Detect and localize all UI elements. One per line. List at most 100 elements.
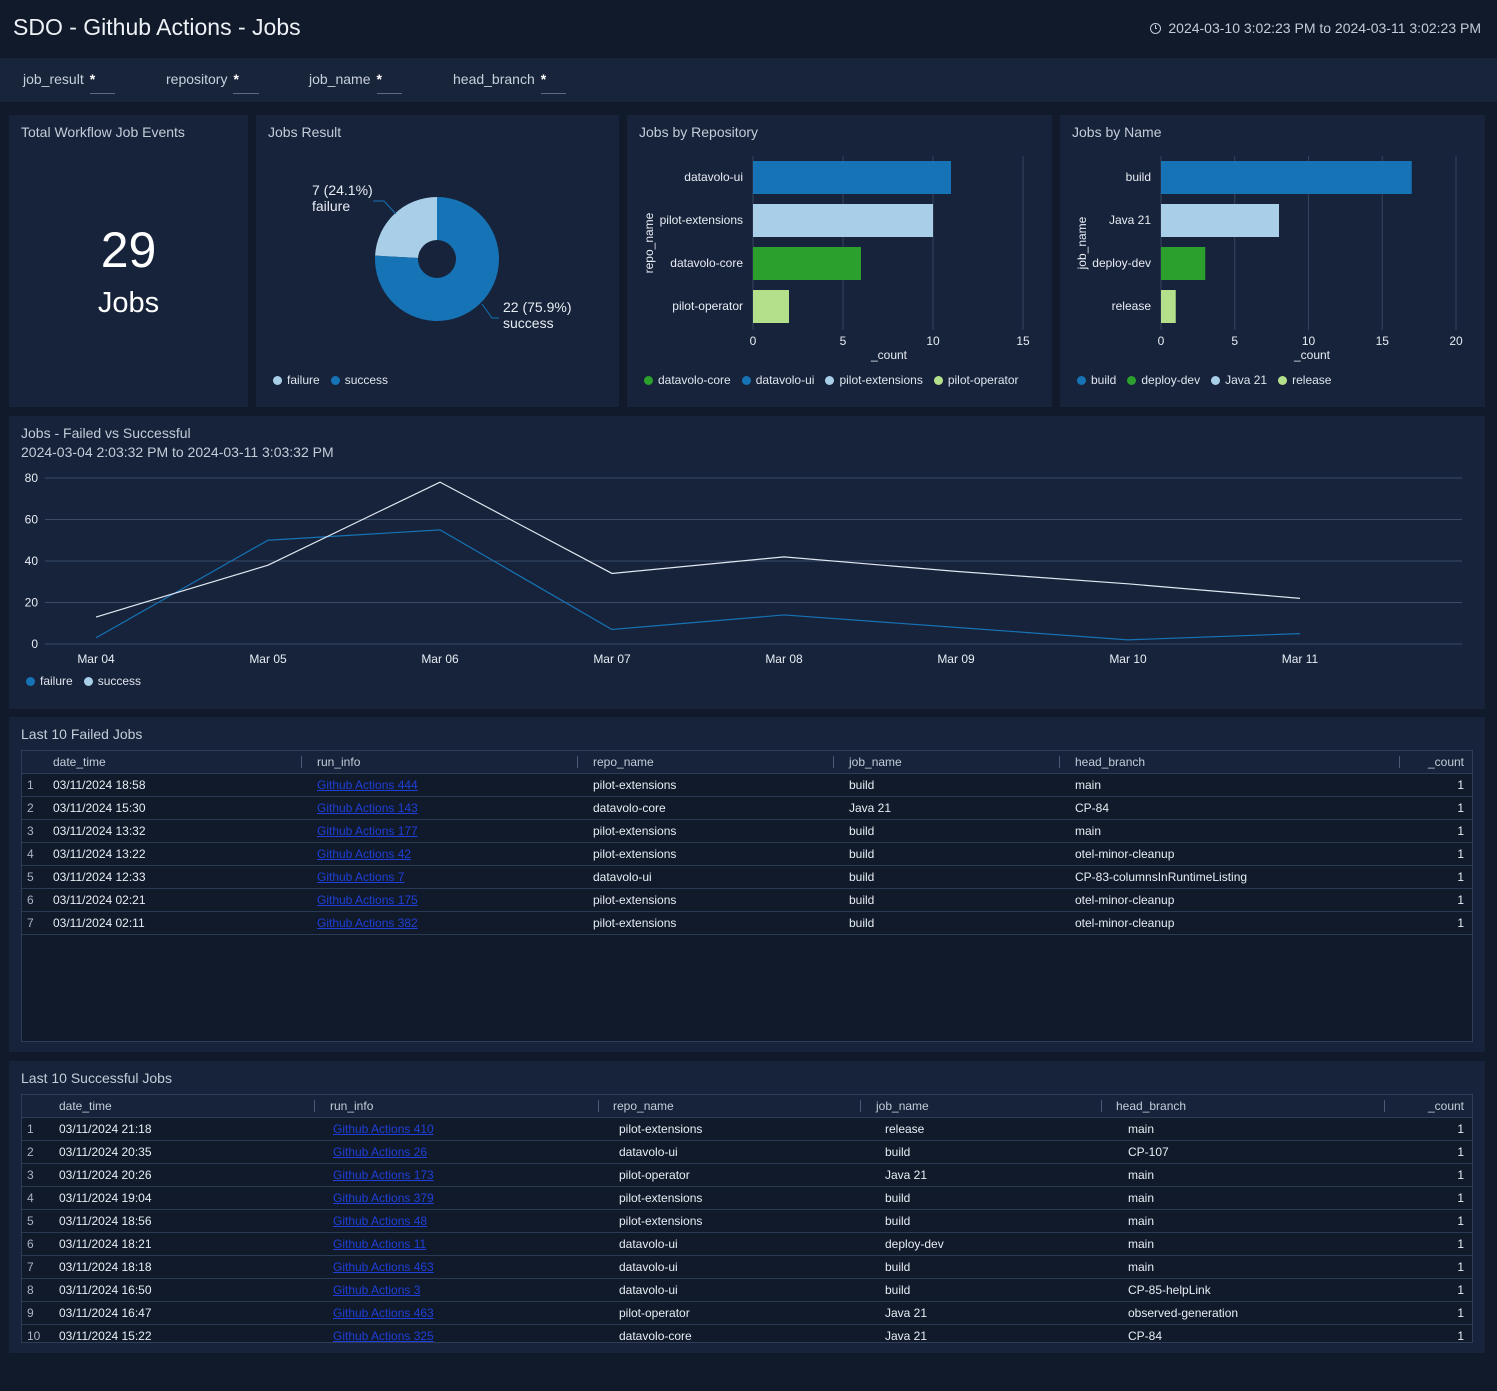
cell-date-time: 03/11/2024 02:21: [53, 893, 146, 907]
legend-item-success[interactable]: success: [83, 674, 141, 688]
column-separator[interactable]: [860, 1100, 861, 1112]
run-info-link[interactable]: Github Actions 11: [333, 1237, 426, 1251]
filter-value-input[interactable]: *: [376, 71, 402, 94]
run-info-link[interactable]: Github Actions 26: [333, 1145, 427, 1159]
legend-item-build[interactable]: build: [1077, 373, 1116, 387]
bar[interactable]: [1161, 247, 1206, 280]
column-separator[interactable]: [1399, 756, 1400, 768]
run-info-link[interactable]: Github Actions 382: [317, 916, 418, 930]
run-info-link[interactable]: Github Actions 463: [333, 1306, 434, 1320]
column-header-head-branch[interactable]: head_branch: [1116, 1099, 1186, 1113]
run-info-link[interactable]: Github Actions 410: [333, 1122, 434, 1136]
filter-repository[interactable]: repository *: [166, 71, 259, 94]
column-header-run-info[interactable]: run_info: [317, 755, 360, 769]
legend-item-pilot-extensions[interactable]: pilot-extensions: [825, 373, 923, 387]
bar[interactable]: [1161, 161, 1412, 194]
column-separator[interactable]: [833, 756, 834, 768]
run-info-link[interactable]: Github Actions 143: [317, 801, 418, 815]
bar[interactable]: [753, 290, 789, 323]
row-index: 2: [27, 1145, 34, 1159]
filter-job-name[interactable]: job_name *: [309, 71, 402, 94]
table-row: 3 03/11/2024 13:32 Github Actions 177 pilot…: [22, 819, 1472, 843]
legend-item-datavolo-ui[interactable]: datavolo-ui: [741, 373, 814, 387]
cell-count: 1: [1457, 824, 1464, 838]
column-header-job-name[interactable]: job_name: [876, 1099, 929, 1113]
legend-item-deploy-dev[interactable]: deploy-dev: [1127, 373, 1200, 387]
bar[interactable]: [753, 161, 951, 194]
cell-job-name: build: [849, 778, 875, 792]
y-tick-label: deploy-dev: [1092, 256, 1151, 270]
column-header-date-time[interactable]: date_time: [59, 1099, 112, 1113]
run-info-link[interactable]: Github Actions 3: [333, 1283, 420, 1297]
legend-dot: [741, 375, 751, 385]
row-index: 4: [27, 1191, 34, 1205]
bar[interactable]: [1161, 204, 1279, 237]
run-info-link[interactable]: Github Actions 173: [333, 1168, 434, 1182]
cell-repo-name: datavolo-ui: [619, 1237, 678, 1251]
x-tick-label: 10: [926, 334, 940, 348]
column-header--count[interactable]: _count: [1428, 1099, 1464, 1113]
table-row: 5 03/11/2024 12:33 Github Actions 7 datavol…: [22, 865, 1472, 889]
x-tick-label: 15: [1016, 334, 1030, 348]
legend-item-datavolo-core[interactable]: datavolo-core: [644, 373, 731, 387]
run-info-link[interactable]: Github Actions 379: [333, 1191, 434, 1205]
column-separator[interactable]: [1101, 1100, 1102, 1112]
cell-repo-name: datavolo-core: [619, 1329, 692, 1343]
column-header-repo-name[interactable]: repo_name: [613, 1099, 674, 1113]
run-info-link[interactable]: Github Actions 7: [317, 870, 404, 884]
legend-item-release[interactable]: release: [1278, 373, 1331, 387]
row-index: 6: [27, 893, 34, 907]
cell-count: 1: [1457, 870, 1464, 884]
column-header--count[interactable]: _count: [1428, 755, 1464, 769]
series-line-success[interactable]: [95, 481, 1301, 618]
column-header-head-branch[interactable]: head_branch: [1075, 755, 1145, 769]
cell-job-name: Java 21: [885, 1329, 928, 1343]
filter-job-result[interactable]: job_result *: [23, 71, 116, 94]
table-row: 8 03/11/2024 16:50 Github Actions 3 datavol…: [22, 1278, 1472, 1302]
run-info-link[interactable]: Github Actions 177: [317, 824, 418, 838]
run-info-link[interactable]: Github Actions 42: [317, 847, 411, 861]
filter-value-input[interactable]: *: [89, 71, 116, 94]
legend-item-pilot-operator[interactable]: pilot-operator: [933, 373, 1019, 387]
run-info-link[interactable]: Github Actions 463: [333, 1260, 434, 1274]
run-info-link[interactable]: Github Actions 325: [333, 1329, 434, 1342]
column-separator[interactable]: [577, 756, 578, 768]
column-header-repo-name[interactable]: repo_name: [593, 755, 654, 769]
column-separator[interactable]: [598, 1100, 599, 1112]
row-index: 1: [27, 778, 34, 792]
column-separator[interactable]: [301, 756, 302, 768]
table-row: 4 03/11/2024 19:04 Github Actions 379 pilot…: [22, 1186, 1472, 1210]
legend-item-success[interactable]: success: [330, 373, 388, 387]
cell-count: 1: [1457, 1283, 1464, 1297]
legend-item-failure[interactable]: failure: [273, 373, 320, 387]
bar[interactable]: [753, 204, 933, 237]
success-label-leader: [481, 303, 499, 319]
run-info-link[interactable]: Github Actions 175: [317, 893, 418, 907]
column-header-job-name[interactable]: job_name: [849, 755, 902, 769]
column-header-run-info[interactable]: run_info: [330, 1099, 373, 1113]
column-separator[interactable]: [314, 1100, 315, 1112]
series-line-failure[interactable]: [95, 529, 1301, 641]
legend-dot: [1127, 375, 1137, 385]
cell-head-branch: CP-84: [1075, 801, 1110, 815]
filter-value-input[interactable]: *: [233, 71, 259, 94]
bar[interactable]: [1161, 290, 1176, 323]
cell-job-name: build: [849, 916, 875, 930]
cell-repo-name: pilot-extensions: [619, 1191, 703, 1205]
failure-label-leader: [373, 200, 397, 215]
filter-head-branch[interactable]: head_branch *: [453, 71, 567, 94]
bar[interactable]: [753, 247, 861, 280]
pie-label-failure-name: failure: [312, 198, 350, 214]
time-range-picker[interactable]: 2024-03-10 3:02:23 PM to 2024-03-11 3:02…: [1150, 20, 1481, 36]
legend-item-failure[interactable]: failure: [26, 674, 73, 688]
column-separator[interactable]: [1384, 1100, 1385, 1112]
run-info-link[interactable]: Github Actions 48: [333, 1214, 427, 1228]
legend-item-java-21[interactable]: Java 21: [1211, 373, 1267, 387]
run-info-link[interactable]: Github Actions 444: [317, 778, 418, 792]
pie-label-success-value: 22 (75.9%): [503, 299, 571, 315]
row-index: 1: [27, 1122, 34, 1136]
column-separator[interactable]: [1059, 756, 1060, 768]
cell-job-name: build: [885, 1145, 911, 1159]
column-header-date-time[interactable]: date_time: [53, 755, 106, 769]
filter-value-input[interactable]: *: [540, 71, 567, 94]
